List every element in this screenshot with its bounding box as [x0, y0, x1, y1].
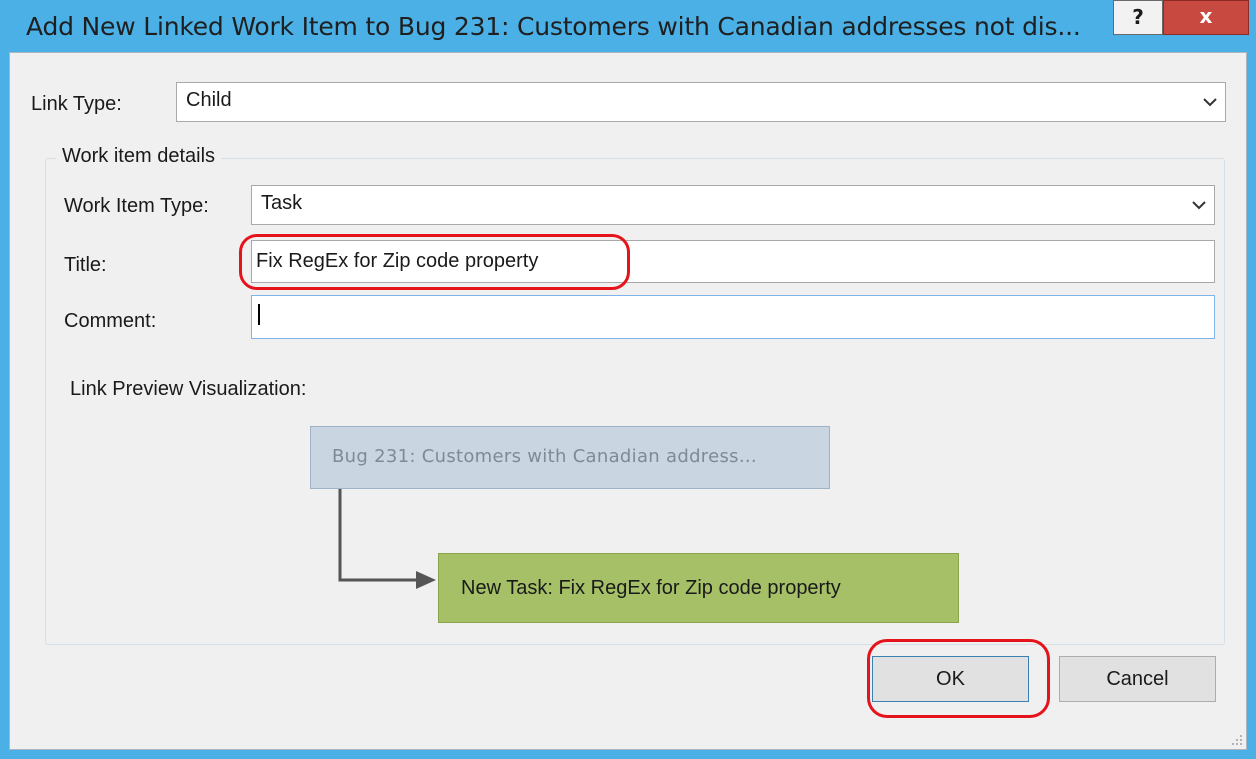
work-item-type-value: Task — [261, 192, 303, 214]
child-work-item-node: New Task: Fix RegEx for Zip code propert… — [438, 553, 959, 623]
parent-node-text: Bug 231: Customers with Canadian address… — [332, 446, 757, 467]
chevron-down-icon[interactable] — [1184, 186, 1214, 224]
child-node-text: New Task: Fix RegEx for Zip code propert… — [461, 577, 841, 599]
title-bar[interactable]: Add New Linked Work Item to Bug 231: Cus… — [0, 0, 1256, 52]
dialog-title: Add New Linked Work Item to Bug 231: Cus… — [26, 12, 1081, 41]
link-type-label: Link Type: — [31, 93, 122, 115]
dialog-client-area: Link Type: Child Work item details Work … — [9, 52, 1247, 750]
comment-input[interactable] — [251, 295, 1215, 339]
parent-work-item-node: Bug 231: Customers with Canadian address… — [310, 426, 830, 489]
link-preview-label: Link Preview Visualization: — [70, 378, 307, 400]
work-item-type-dropdown[interactable]: Task — [251, 185, 1215, 225]
question-mark-icon: ? — [1132, 5, 1144, 29]
close-button[interactable]: x — [1163, 0, 1249, 35]
title-highlight-annotation — [239, 234, 630, 290]
arrow-right-icon — [338, 489, 436, 589]
comment-label: Comment: — [64, 310, 157, 332]
link-type-dropdown[interactable]: Child — [176, 82, 1226, 122]
close-icon: x — [1199, 4, 1213, 28]
chevron-down-icon[interactable] — [1195, 83, 1225, 121]
resize-grip-icon[interactable] — [1230, 733, 1244, 747]
ok-highlight-annotation — [867, 639, 1050, 718]
work-item-type-label: Work Item Type: — [64, 195, 209, 217]
title-label: Title: — [64, 254, 107, 276]
help-button[interactable]: ? — [1113, 0, 1163, 35]
cancel-button[interactable]: Cancel — [1059, 656, 1216, 702]
work-item-details-heading: Work item details — [56, 145, 222, 168]
link-type-value: Child — [186, 89, 232, 111]
dialog-window: Add New Linked Work Item to Bug 231: Cus… — [0, 0, 1256, 759]
text-caret — [258, 304, 260, 325]
